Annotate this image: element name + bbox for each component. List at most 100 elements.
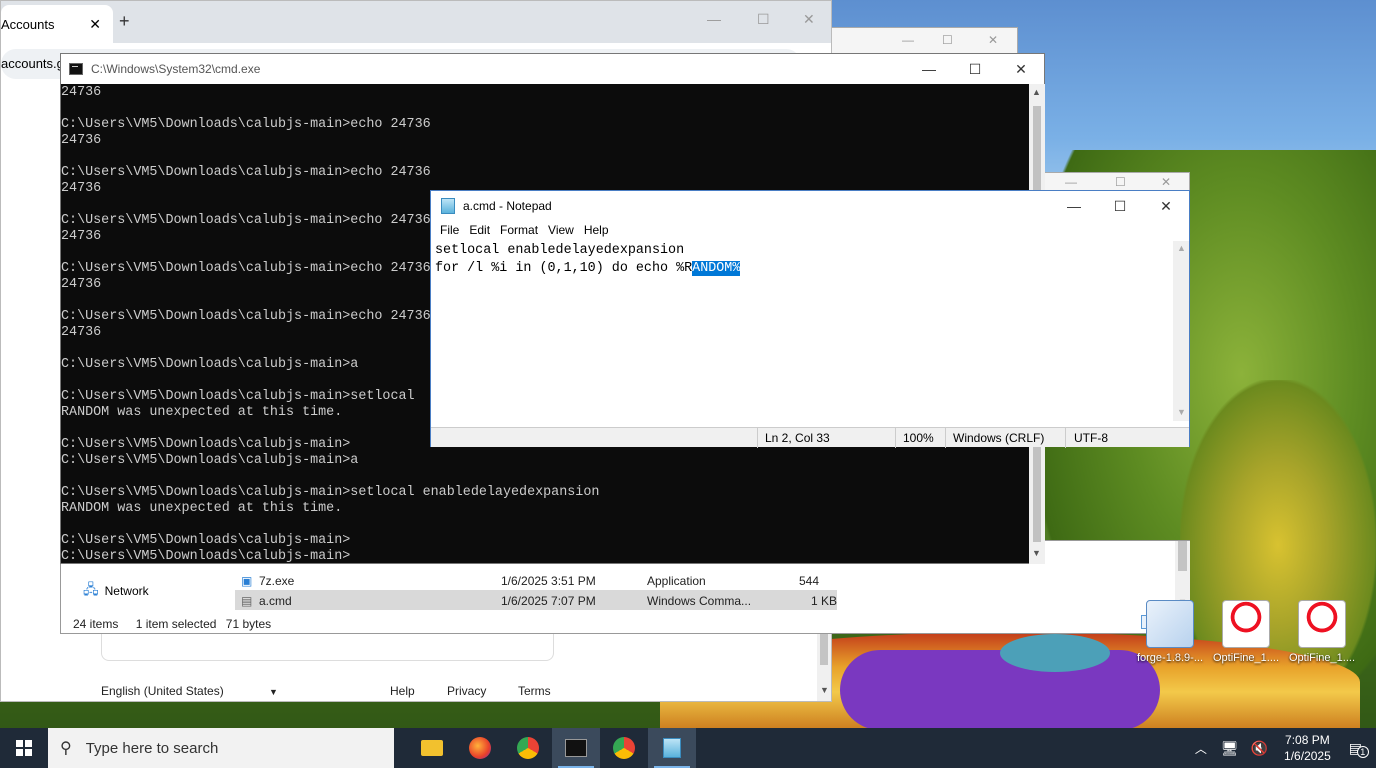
- menu-help[interactable]: Help: [579, 221, 614, 241]
- cmd-icon: [69, 63, 83, 75]
- start-button[interactable]: [0, 728, 48, 768]
- system-tray: ︿ 🖥 🔇 7:08 PM 1/6/2025 ▤ 1: [1187, 728, 1376, 768]
- line-ending: Windows (CRLF): [953, 431, 1045, 445]
- minimize-icon[interactable]: —: [902, 33, 914, 47]
- cmd-line: C:\Users\VM5\Downloads\calubjs-main>echo…: [61, 165, 431, 180]
- notepad-scrollbar[interactable]: ▲ ▼: [1173, 241, 1189, 421]
- scroll-thumb[interactable]: [1178, 541, 1187, 571]
- menu-file[interactable]: File: [435, 221, 464, 241]
- volume-muted-icon[interactable]: 🔇: [1251, 740, 1268, 757]
- maximize-icon[interactable]: ☐: [757, 11, 770, 28]
- background-window-titlebar[interactable]: — ☐ ✕: [832, 27, 1018, 55]
- chevron-down-icon[interactable]: ▼: [269, 687, 278, 697]
- privacy-link[interactable]: Privacy: [447, 684, 486, 698]
- search-placeholder: Type here to search: [85, 739, 219, 757]
- windows-logo-icon: [16, 740, 32, 756]
- nav-label: Network: [104, 584, 149, 598]
- file-type: Windows Comma...: [647, 594, 752, 608]
- close-icon[interactable]: ✕: [803, 11, 815, 28]
- clock-date: 1/6/2025: [1284, 749, 1331, 763]
- scroll-down-icon[interactable]: ▼: [1032, 548, 1041, 558]
- status-divider: [945, 428, 946, 448]
- cmd-titlebar[interactable]: C:\Windows\System32\cmd.exe — ☐ ✕: [61, 54, 1044, 84]
- chrome-taskbar-icon[interactable]: [504, 728, 552, 768]
- chevron-up-icon[interactable]: ︿: [1195, 740, 1207, 757]
- forge-installer-icon: [1146, 600, 1194, 648]
- maximize-icon[interactable]: ☐: [942, 33, 953, 47]
- browser-tab[interactable]: Accounts ✕: [1, 5, 113, 43]
- desktop-icon-label: OptiFine_1....: [1288, 652, 1356, 664]
- desktop-icon-optifine-2[interactable]: OptiFine_1....: [1286, 600, 1358, 664]
- maximize-icon[interactable]: ☐: [952, 54, 998, 84]
- status-divider: [757, 428, 758, 448]
- desktop-icon-label: forge-1.8.9-...: [1136, 652, 1204, 664]
- java-icon: [1298, 600, 1346, 648]
- editor-line-1: setlocal enabledelayedexpansion: [435, 243, 685, 258]
- menu-edit[interactable]: Edit: [464, 221, 495, 241]
- selected-size: 71 bytes: [225, 617, 272, 631]
- chrome-profile-taskbar-icon[interactable]: [600, 728, 648, 768]
- close-icon[interactable]: ✕: [988, 33, 998, 47]
- close-icon[interactable]: ✕: [1161, 175, 1171, 189]
- maximize-icon[interactable]: ☐: [1115, 175, 1126, 189]
- selected-count: 1 item selected: [135, 617, 217, 631]
- encoding: UTF-8: [1074, 431, 1108, 445]
- file-name: 7z.exe: [259, 574, 295, 588]
- minimize-icon[interactable]: —: [707, 11, 721, 27]
- minimize-icon[interactable]: —: [1065, 175, 1077, 189]
- scroll-down-icon[interactable]: ▼: [1177, 407, 1186, 417]
- notepad-taskbar-icon[interactable]: [648, 728, 696, 768]
- scroll-thumb[interactable]: [820, 631, 828, 665]
- cmd-taskbar-icon[interactable]: [552, 728, 600, 768]
- scroll-up-icon[interactable]: ▲: [1177, 243, 1186, 253]
- scroll-up-icon[interactable]: ▲: [1032, 87, 1041, 97]
- menu-view[interactable]: View: [543, 221, 579, 241]
- file-explorer-taskbar-icon[interactable]: [408, 728, 456, 768]
- firefox-taskbar-icon[interactable]: [456, 728, 504, 768]
- help-link[interactable]: Help: [390, 684, 415, 698]
- network-tray-icon[interactable]: 🖥: [1221, 740, 1239, 757]
- maximize-icon[interactable]: ☐: [1097, 191, 1143, 221]
- notepad-icon: [441, 198, 455, 214]
- cmd-line: C:\Users\VM5\Downloads\calubjs-main>setl…: [61, 485, 600, 500]
- cmd-line: [61, 517, 1029, 533]
- taskbar-search[interactable]: ⚲ Type here to search: [48, 728, 394, 768]
- status-divider: [895, 428, 896, 448]
- desktop-icon-forge[interactable]: forge-1.8.9-...: [1134, 600, 1206, 664]
- file-row-selected[interactable]: ▤ a.cmd 1/6/2025 7:07 PM Windows Comma..…: [235, 590, 837, 610]
- cursor-position: Ln 2, Col 33: [765, 431, 830, 445]
- nav-item-network[interactable]: 🖧 Network: [83, 579, 149, 603]
- notepad-menubar: File Edit Format View Help: [431, 221, 1189, 241]
- close-icon[interactable]: ✕: [998, 54, 1044, 84]
- zoom-level: 100%: [903, 431, 934, 445]
- clock[interactable]: 7:08 PM 1/6/2025: [1284, 732, 1331, 764]
- java-icon: [1222, 600, 1270, 648]
- cmd-line: C:\Users\VM5\Downloads\calubjs-main>a: [61, 453, 359, 468]
- editor-selection: ANDOM%: [692, 261, 741, 276]
- desktop-icon-optifine-1[interactable]: OptiFine_1....: [1210, 600, 1282, 664]
- cmd-line: [61, 101, 1029, 117]
- notepad-titlebar[interactable]: a.cmd - Notepad — ☐ ✕: [431, 191, 1189, 221]
- wallpaper-plant: [1000, 634, 1110, 672]
- scroll-down-icon[interactable]: ▼: [820, 685, 829, 695]
- notepad-status-bar: Ln 2, Col 33 100% Windows (CRLF) UTF-8: [431, 427, 1189, 448]
- cmd-line: [61, 469, 1029, 485]
- cmd-file-icon: ▤: [241, 594, 253, 608]
- new-tab-icon[interactable]: +: [119, 11, 130, 32]
- cmd-line: C:\Users\VM5\Downloads\calubjs-main>: [61, 533, 351, 548]
- cmd-line: RANDOM was unexpected at this time.: [61, 501, 343, 516]
- terms-link[interactable]: Terms: [518, 684, 551, 698]
- tab-close-icon[interactable]: ✕: [89, 16, 101, 33]
- language-select[interactable]: English (United States): [101, 684, 224, 698]
- search-icon: ⚲: [60, 740, 72, 757]
- notepad-editor[interactable]: setlocal enabledelayedexpansion for /l %i…: [431, 241, 1173, 419]
- notepad-window[interactable]: a.cmd - Notepad — ☐ ✕ File Edit Format V…: [430, 190, 1190, 448]
- close-icon[interactable]: ✕: [1143, 191, 1189, 221]
- minimize-icon[interactable]: —: [1051, 191, 1097, 221]
- minimize-icon[interactable]: —: [906, 54, 952, 84]
- file-row[interactable]: ▣ 7z.exe 1/6/2025 3:51 PM Application 54…: [235, 570, 837, 602]
- taskbar: ⚲ Type here to search ︿ 🖥 🔇 7:08 PM 1/6/…: [0, 728, 1376, 768]
- menu-format[interactable]: Format: [495, 221, 543, 241]
- browser-scrollbar[interactable]: ▼: [817, 631, 831, 701]
- notification-icon[interactable]: ▤ 1: [1349, 740, 1369, 758]
